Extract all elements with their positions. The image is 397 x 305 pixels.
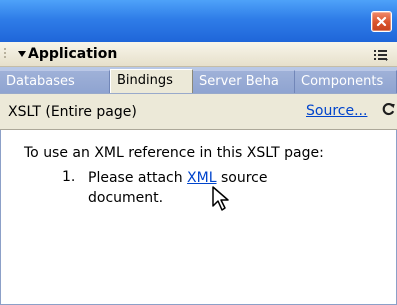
tab-components[interactable]: Components (295, 70, 397, 93)
refresh-icon (382, 103, 395, 116)
tab-bindings[interactable]: Bindings (110, 69, 193, 93)
xslt-instruction: To use an XML reference in this XSLT pag… (24, 145, 324, 161)
panel-grip-icon[interactable] (4, 48, 8, 60)
collapse-panel-button[interactable] (17, 49, 27, 59)
mouse-pointer-icon (212, 186, 229, 211)
step-number: 1. (62, 169, 76, 185)
xml-link[interactable]: XML (187, 170, 216, 186)
step-text-second-line: document. (88, 190, 164, 206)
tab-databases[interactable]: Databases (0, 70, 110, 93)
bindings-content: To use an XML reference in this XSLT pag… (0, 130, 397, 305)
tab-server-behaviors[interactable]: Server Beha (193, 70, 295, 93)
application-panel-header[interactable]: Application (0, 42, 397, 67)
refresh-button[interactable] (382, 101, 396, 116)
page-type-label: XSLT (Entire page) (8, 104, 137, 120)
bindings-toolbar: XSLT (Entire page) Source... (0, 94, 397, 130)
window-titlebar[interactable] (0, 0, 397, 42)
panel-options-menu[interactable] (373, 47, 389, 61)
application-panel-window: Application Databases Bindings Server Be… (0, 0, 397, 305)
panel-title[interactable]: Application (28, 46, 117, 62)
triangle-down-icon (18, 51, 26, 57)
source-link[interactable]: Source... (306, 103, 367, 119)
close-icon (376, 16, 387, 27)
step-text: Please attach XML source document. (88, 168, 308, 208)
step-text-after-link: source (216, 170, 268, 186)
panel-tabs: Databases Bindings Server Beha Component… (0, 67, 397, 94)
panel-menu-icon (374, 50, 388, 61)
step-text-before-link: Please attach (88, 170, 188, 186)
close-button[interactable] (371, 11, 392, 32)
